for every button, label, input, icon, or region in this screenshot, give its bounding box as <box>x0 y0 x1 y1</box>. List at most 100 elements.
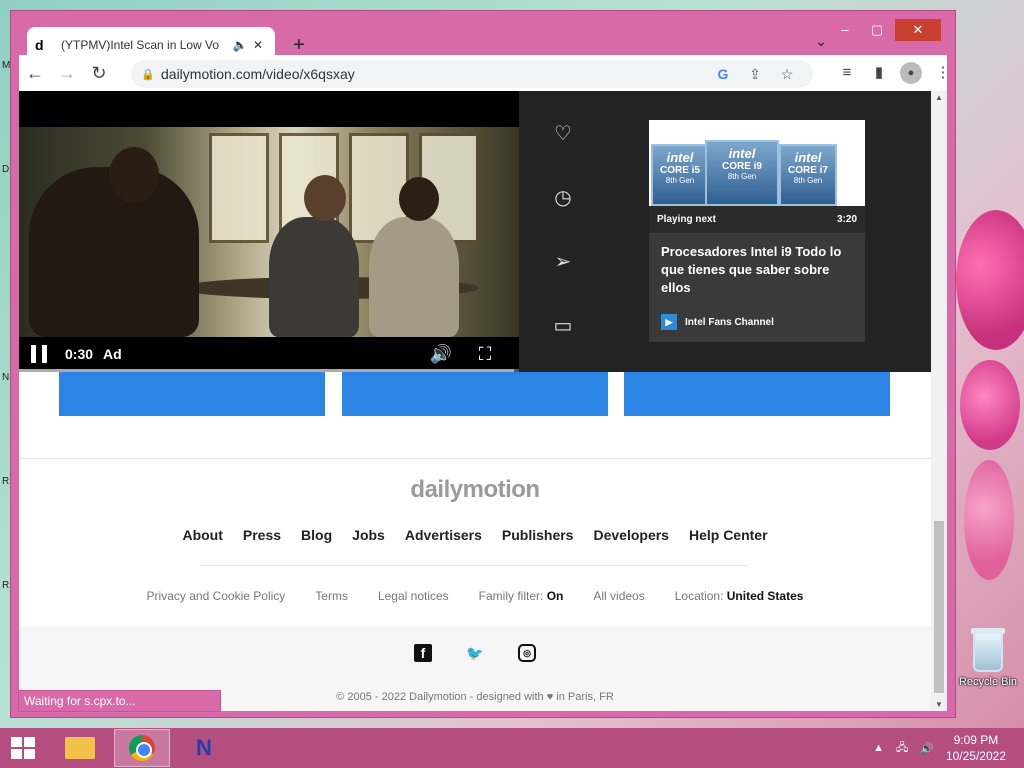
tab-title: (YTPMV)Intel Scan in Low Vo <box>61 38 220 52</box>
next-video-thumbnail[interactable]: intel CORE i5 8th Gen intel CORE i9 8th … <box>649 120 865 206</box>
desktop-icon-label-r2: R <box>2 580 10 591</box>
start-button[interactable] <box>0 728 46 768</box>
footer-link-developers[interactable]: Developers <box>593 527 668 543</box>
clock-date: 10/25/2022 <box>945 749 1006 763</box>
back-arrow-icon[interactable]: ← <box>19 63 51 84</box>
social-links: f 🐦 ◎ <box>19 644 931 662</box>
tray-up-icon[interactable]: ▲ <box>873 742 884 754</box>
recycle-bin-desktop-icon[interactable]: Recycle Bin <box>952 628 1024 690</box>
footer-link-blog[interactable]: Blog <box>301 527 332 543</box>
file-explorer-icon <box>65 737 95 759</box>
family-filter-toggle[interactable]: Family filter: On <box>479 589 564 603</box>
pause-icon[interactable] <box>31 345 47 363</box>
clock-icon[interactable]: ◷ <box>547 185 579 249</box>
clock[interactable]: 9:09 PM 10/25/2022 <box>946 732 1006 764</box>
desktop-icon-label-r1: R <box>2 476 10 487</box>
dailymotion-logo[interactable]: dailymotion <box>19 476 931 504</box>
google-icon[interactable]: G <box>707 66 739 82</box>
footer-link-advertisers[interactable]: Advertisers <box>405 527 482 543</box>
location-label: Location: <box>674 589 724 603</box>
forward-arrow-icon[interactable]: → <box>51 63 83 84</box>
next-video-title[interactable]: Procesadores Intel i9 Todo lo que tienes… <box>649 233 865 297</box>
terms-link[interactable]: Terms <box>315 589 348 603</box>
wallpaper-flower <box>960 360 1020 450</box>
scroll-down-icon[interactable]: ▼ <box>931 700 947 709</box>
reload-icon[interactable]: ↻ <box>83 63 115 84</box>
facebook-icon[interactable]: f <box>414 644 432 662</box>
chip-core: CORE i5 <box>659 165 700 176</box>
playing-next-card[interactable]: intel CORE i5 8th Gen intel CORE i9 8th … <box>649 120 865 342</box>
page-viewport: 0:30 Ad 🔊 ⛶ ♡ ◷ ➢ ▭ intel CORE i5 8th Ge… <box>19 91 931 711</box>
footer-link-about[interactable]: About <box>182 527 222 543</box>
instagram-icon[interactable]: ◎ <box>518 644 536 662</box>
location-value: United States <box>726 589 804 603</box>
media-queue-icon[interactable]: ≡ <box>831 60 863 86</box>
video-player[interactable]: 0:30 Ad 🔊 ⛶ <box>19 91 519 372</box>
chevron-down-icon[interactable]: ⌄ <box>815 33 827 50</box>
legal-notices-link[interactable]: Legal notices <box>378 589 449 603</box>
n-app-icon: N <box>196 735 212 760</box>
file-explorer-taskbar-button[interactable] <box>52 729 108 767</box>
page-scrollbar[interactable]: ▲ ▼ <box>931 91 947 711</box>
footer-link-publishers[interactable]: Publishers <box>502 527 574 543</box>
channel-logo-icon: ▶ <box>661 314 677 330</box>
speaker-icon[interactable]: 🔈 <box>231 38 249 52</box>
all-videos-link[interactable]: All videos <box>593 589 644 603</box>
family-filter-label: Family filter: <box>478 589 544 603</box>
chip-gen: 8th Gen <box>793 176 823 185</box>
privacy-link[interactable]: Privacy and Cookie Policy <box>147 589 286 603</box>
playlist-icon[interactable]: ▭ <box>547 313 579 377</box>
location-selector[interactable]: Location: United States <box>675 589 804 603</box>
dailymotion-favicon-icon: d <box>35 37 44 53</box>
scrollbar-thumb[interactable] <box>934 521 944 693</box>
plus-icon[interactable]: + <box>287 33 311 57</box>
next-video-channel[interactable]: ▶ Intel Fans Channel <box>661 314 774 330</box>
browser-window: d (YTPMV)Intel Scan in Low Vo 🔈 ✕ + ⌄ – … <box>10 10 956 718</box>
minimize-icon[interactable]: – <box>831 19 859 41</box>
volume-icon[interactable]: 🔊 <box>419 344 463 365</box>
close-icon[interactable]: ✕ <box>249 38 267 52</box>
menu-icon[interactable]: ⋮ <box>927 60 959 86</box>
lock-icon[interactable]: 🔒 <box>141 68 161 81</box>
status-bar: Waiting for s.cpx.to... <box>18 690 221 712</box>
footer-link-press[interactable]: Press <box>243 527 281 543</box>
next-duration: 3:20 <box>836 214 857 225</box>
playback-time: 0:30 <box>65 346 94 362</box>
heart-icon[interactable]: ♡ <box>547 121 579 185</box>
profile-icon[interactable]: ● <box>900 62 922 84</box>
video-frame <box>19 127 519 337</box>
network-icon[interactable]: 🖧 <box>896 739 908 758</box>
n-app-taskbar-button[interactable]: N <box>176 729 232 767</box>
footer-link-jobs[interactable]: Jobs <box>352 527 385 543</box>
playing-next-label: Playing next <box>657 214 716 225</box>
desktop-icon-label-n: N <box>2 372 10 383</box>
desktop-icon-label-d: D <box>2 164 10 175</box>
ad-label: Ad <box>103 346 122 362</box>
blue-action-button-1[interactable] <box>59 372 325 416</box>
clock-time: 9:09 PM <box>953 733 999 747</box>
share-icon[interactable]: ⇪ <box>739 66 771 83</box>
share-send-icon[interactable]: ➢ <box>547 249 579 313</box>
close-icon[interactable]: ✕ <box>895 19 941 41</box>
maximize-icon[interactable]: ▢ <box>863 19 891 41</box>
chip-core: CORE i7 <box>787 165 828 176</box>
windows-logo-icon <box>11 737 35 759</box>
recycle-bin-label: Recycle Bin <box>958 676 1018 688</box>
address-bar[interactable]: 🔒 dailymotion.com/video/x6qsxay G ⇪ ☆ <box>131 60 813 88</box>
blue-action-button-2[interactable] <box>342 372 608 416</box>
twitter-icon[interactable]: 🐦 <box>466 644 484 662</box>
volume-icon[interactable]: 🔊 <box>920 742 934 755</box>
intel-chip-i9: intel CORE i9 8th Gen <box>705 140 779 206</box>
footer-divider <box>19 458 931 459</box>
scroll-up-icon[interactable]: ▲ <box>931 93 947 102</box>
chrome-taskbar-button[interactable] <box>114 729 170 767</box>
side-panel-icon[interactable]: ▮ <box>863 60 895 86</box>
blue-action-button-3[interactable] <box>624 372 890 416</box>
chip-brand: intel <box>666 150 694 165</box>
url-text[interactable]: dailymotion.com/video/x6qsxay <box>161 66 707 82</box>
footer-link-help-center[interactable]: Help Center <box>689 527 768 543</box>
fullscreen-icon[interactable]: ⛶ <box>463 344 507 365</box>
video-player-area: 0:30 Ad 🔊 ⛶ ♡ ◷ ➢ ▭ intel CORE i5 8th Ge… <box>19 91 931 372</box>
channel-name: Intel Fans Channel <box>685 316 774 328</box>
star-icon[interactable]: ☆ <box>771 66 803 83</box>
